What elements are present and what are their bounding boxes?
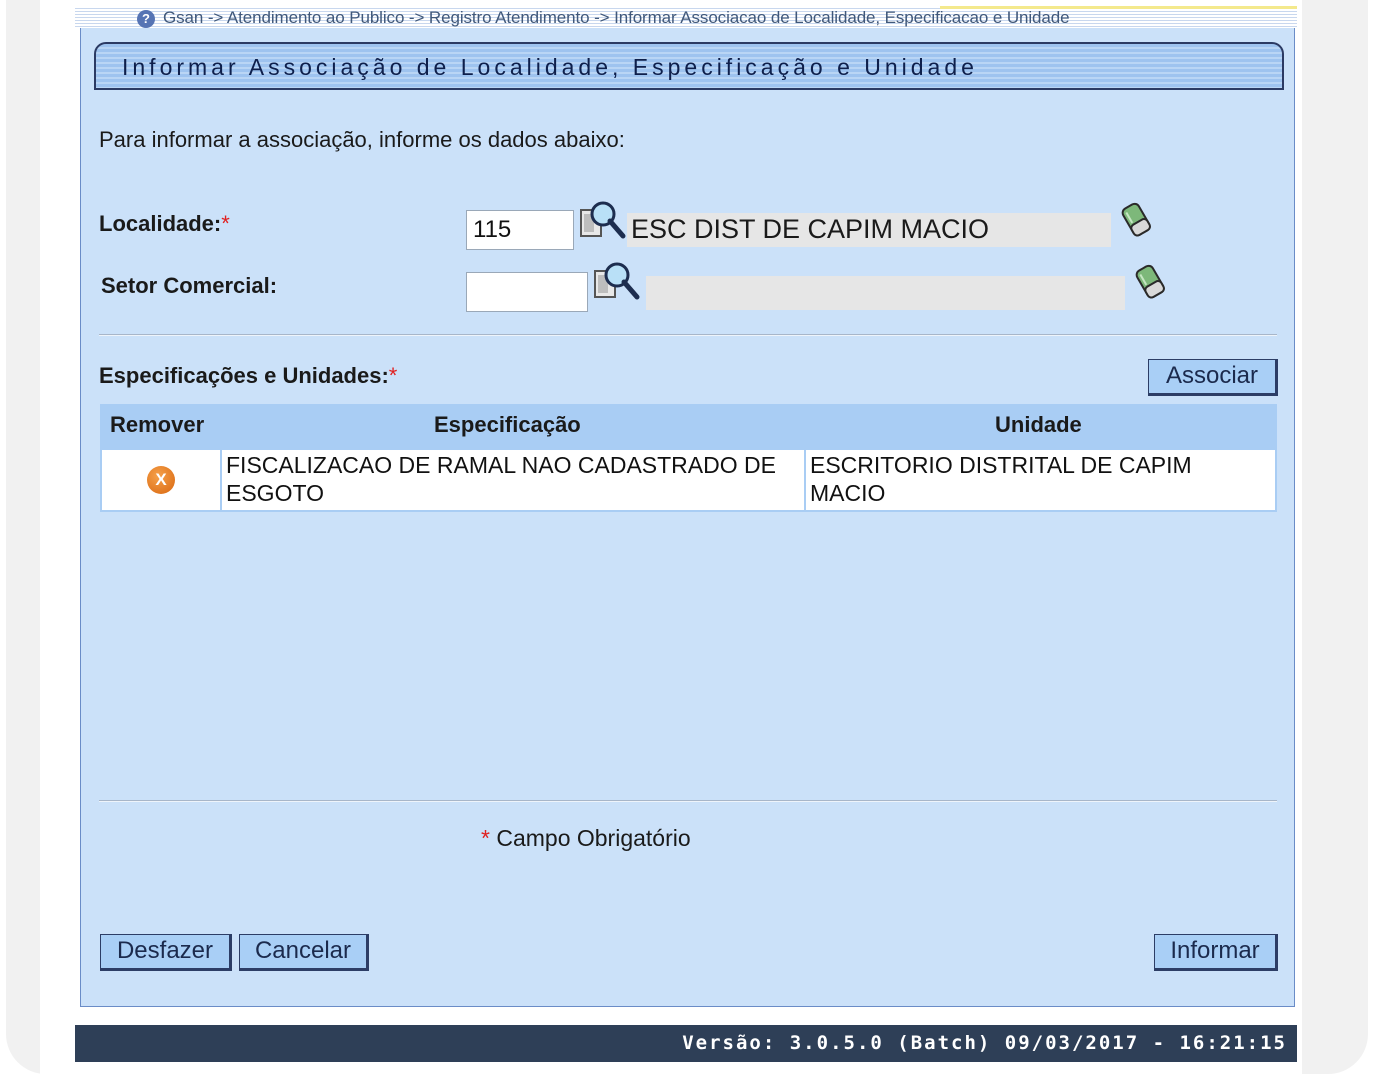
required-mark: * xyxy=(221,211,230,236)
especificacoes-label-text: Especificações e Unidades: xyxy=(99,363,389,388)
associar-button[interactable]: Associar xyxy=(1148,359,1278,396)
intro-text: Para informar a associação, informe os d… xyxy=(99,127,625,152)
setor-comercial-code-input[interactable] xyxy=(466,272,588,312)
divider xyxy=(99,334,1277,336)
breadcrumb-path: Gsan -> Atendimento ao Publico -> Regist… xyxy=(163,8,1070,27)
version-bar: Versão: 3.0.5.0 (Batch) 09/03/2017 - 16:… xyxy=(75,1025,1297,1062)
localidade-label-text: Localidade: xyxy=(99,211,222,236)
especificacoes-table: Remover Especificação Unidade X FISCALIZ… xyxy=(100,404,1277,512)
setor-comercial-search-icon[interactable] xyxy=(593,261,641,308)
column-header-especificacao: Especificação xyxy=(434,412,581,437)
desfazer-button[interactable]: Desfazer xyxy=(100,934,232,971)
localidade-eraser-icon[interactable] xyxy=(1117,198,1157,245)
especificacao-cell: FISCALIZACAO DE RAMAL NAO CADASTRADO DE … xyxy=(222,450,804,510)
setor-comercial-description xyxy=(646,276,1125,310)
column-header-remover: Remover xyxy=(110,412,205,437)
breadcrumb: ? Gsan -> Atendimento ao Publico -> Regi… xyxy=(75,6,1297,28)
setor-comercial-label: Setor Comercial: xyxy=(101,273,278,298)
column-header-unidade: Unidade xyxy=(995,412,1082,437)
table-row: X FISCALIZACAO DE RAMAL NAO CADASTRADO D… xyxy=(102,448,1275,510)
setor-comercial-eraser-icon[interactable] xyxy=(1131,260,1171,307)
divider xyxy=(99,800,1277,802)
page-title-bar: Informar Associação de Localidade, Espec… xyxy=(94,42,1284,90)
localidade-code-input[interactable] xyxy=(466,210,574,250)
main-panel: Informar Associação de Localidade, Espec… xyxy=(80,28,1295,1007)
required-mark: * xyxy=(388,363,398,388)
version-text: Versão: 3.0.5.0 (Batch) 09/03/2017 - 16:… xyxy=(682,1032,1287,1054)
informar-button[interactable]: Informar xyxy=(1154,934,1278,971)
help-icon[interactable]: ? xyxy=(137,10,155,28)
remove-icon[interactable]: X xyxy=(147,466,175,494)
localidade-label: Localidade:* xyxy=(99,211,230,237)
unidade-cell: ESCRITORIO DISTRITAL DE CAPIM MACIO xyxy=(806,450,1275,510)
required-field-text: Campo Obrigatório xyxy=(496,825,691,851)
required-mark: * xyxy=(481,825,490,851)
table-header: Remover Especificação Unidade xyxy=(102,406,1275,448)
localidade-search-icon[interactable] xyxy=(579,200,627,247)
cancelar-button[interactable]: Cancelar xyxy=(239,934,369,971)
localidade-description: ESC DIST DE CAPIM MACIO xyxy=(627,213,1111,247)
required-field-note: * Campo Obrigatório xyxy=(481,825,691,852)
remove-cell: X xyxy=(102,450,220,510)
page-title: Informar Associação de Localidade, Espec… xyxy=(122,54,978,80)
especificacoes-label: Especificações e Unidades:* xyxy=(99,363,397,389)
